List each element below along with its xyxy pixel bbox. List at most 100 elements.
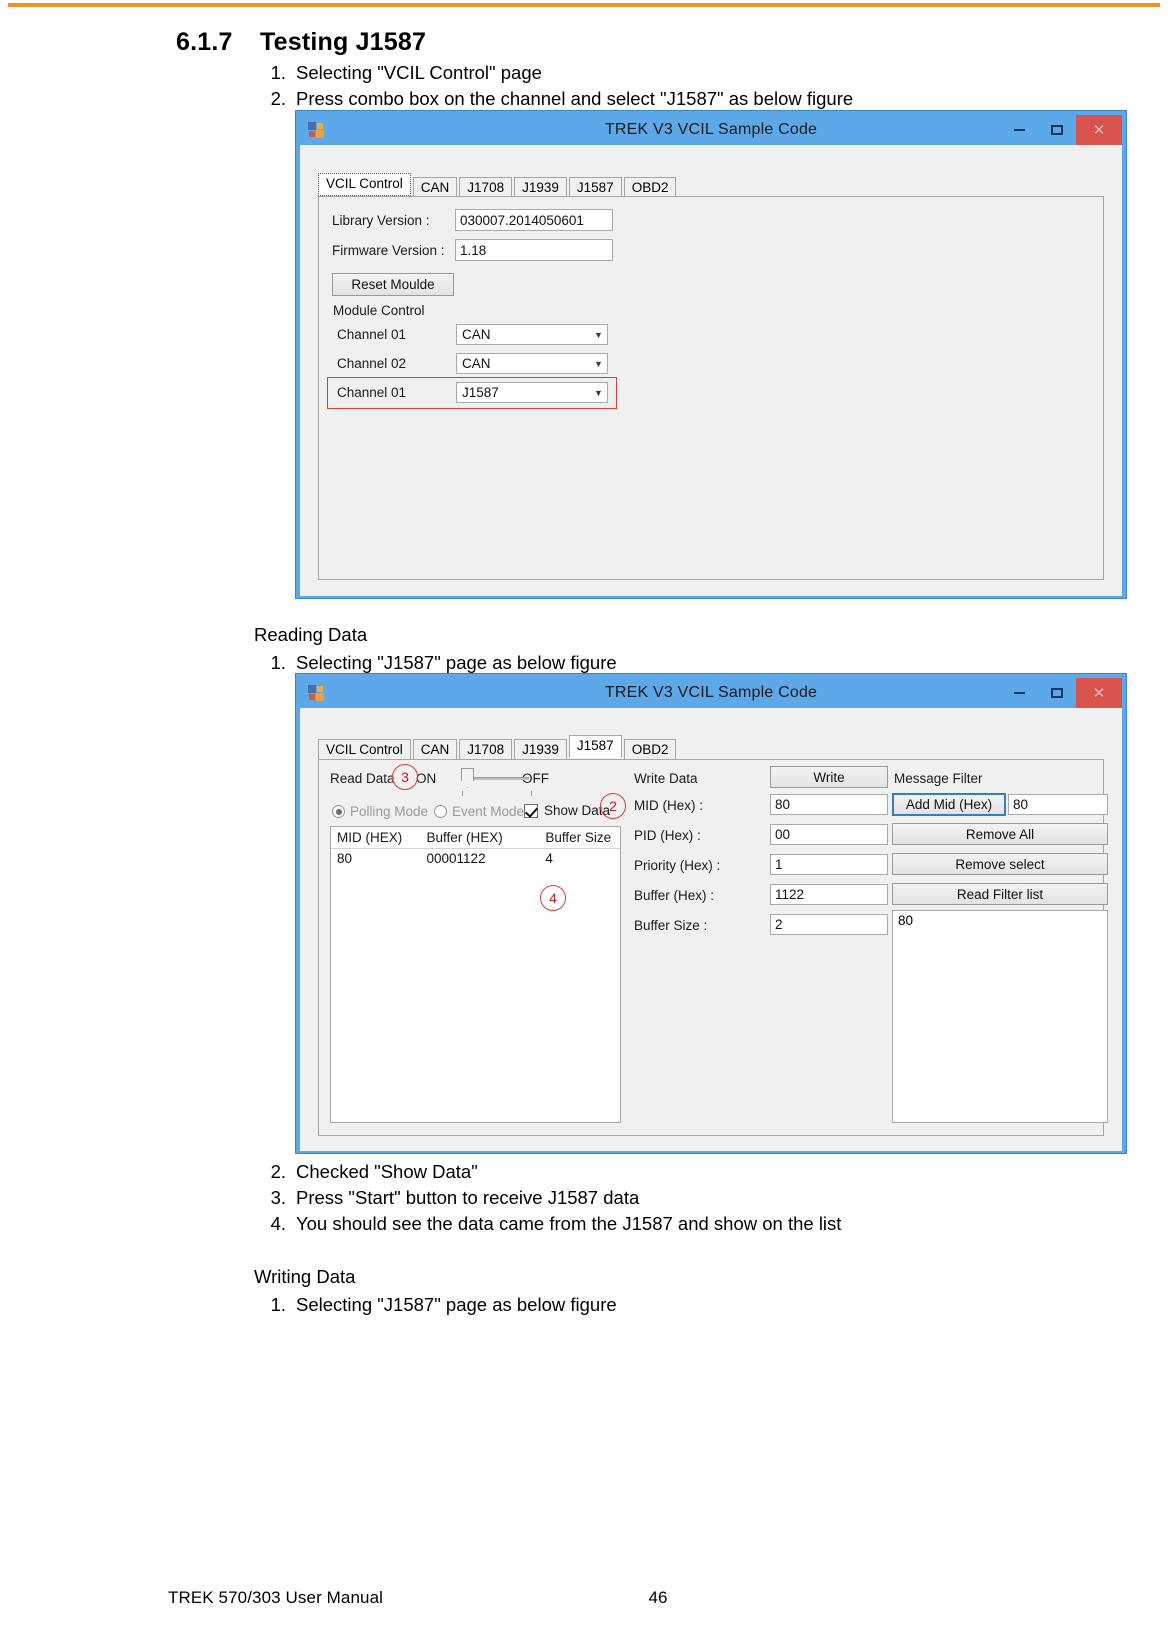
write-button[interactable]: Write xyxy=(770,766,888,788)
library-version-field[interactable]: 030007.2014050601 xyxy=(455,209,613,231)
channel-03-highlight xyxy=(327,377,617,409)
minimize-button[interactable] xyxy=(1000,115,1038,145)
list-item: 2. Press combo box on the channel and se… xyxy=(256,86,854,112)
priority-hex-field[interactable]: 1 xyxy=(770,854,888,875)
message-filter-group-label: Message Filter xyxy=(894,771,983,786)
callout-2: 2 xyxy=(600,793,626,819)
list-item: 3. Press "Start" button to receive J1587… xyxy=(256,1185,841,1211)
chevron-down-icon[interactable]: ▼ xyxy=(590,325,607,344)
list-marker: 1. xyxy=(270,652,286,673)
add-mid-field[interactable]: 80 xyxy=(1008,794,1108,815)
section-number: 6.1.7 xyxy=(176,28,233,56)
channel-02-combobox[interactable]: CAN ▼ xyxy=(456,353,608,374)
tab-can[interactable]: CAN xyxy=(412,739,458,760)
tab-j1939[interactable]: J1939 xyxy=(514,739,567,760)
vcil-control-window[interactable]: TREK V3 VCIL Sample Code ✕ VCIL Control … xyxy=(296,111,1126,598)
read-filter-list-button[interactable]: Read Filter list xyxy=(892,883,1108,905)
close-button[interactable]: ✕ xyxy=(1076,678,1122,708)
list-marker: 1. xyxy=(270,62,286,83)
footer-page-number: 46 xyxy=(648,1588,668,1607)
channel-01-combobox[interactable]: CAN ▼ xyxy=(456,324,608,345)
list-text: Selecting "VCIL Control" page xyxy=(296,62,542,83)
window-body: VCIL Control CAN J1708 J1939 J1587 OBD2 … xyxy=(300,708,1122,1151)
app-icon xyxy=(308,122,324,138)
checkbox-indicator xyxy=(524,803,538,818)
minimize-button[interactable] xyxy=(1000,678,1038,708)
tab-j1708[interactable]: J1708 xyxy=(459,177,513,198)
firmware-version-label: Firmware Version : xyxy=(332,243,445,258)
radio-indicator xyxy=(332,805,345,818)
list-text: Checked "Show Data" xyxy=(296,1161,478,1182)
list-item: 1. Selecting "J1587" page as below figur… xyxy=(256,650,617,676)
list-marker: 4. xyxy=(270,1213,286,1234)
list-item: 1. Selecting "J1587" page as below figur… xyxy=(256,1292,617,1318)
tab-obd2[interactable]: OBD2 xyxy=(623,739,677,760)
tab-vcil-control[interactable]: VCIL Control xyxy=(318,173,411,196)
list-item[interactable]: 80 xyxy=(893,911,1107,930)
tab-j1587[interactable]: J1587 xyxy=(568,177,622,198)
maximize-button[interactable] xyxy=(1038,115,1076,145)
close-button[interactable]: ✕ xyxy=(1076,115,1122,145)
window-titlebar[interactable]: TREK V3 VCIL Sample Code ✕ xyxy=(300,115,1122,145)
remove-select-button[interactable]: Remove select xyxy=(892,853,1108,875)
page-top-rule xyxy=(8,3,1160,7)
tab-j1939[interactable]: J1939 xyxy=(514,177,567,198)
list-marker: 2. xyxy=(270,88,286,109)
page-footer: TREK 570/303 User Manual 46 xyxy=(168,1588,1008,1608)
tab-j1708[interactable]: J1708 xyxy=(459,739,513,760)
app-icon xyxy=(308,685,324,701)
trackbar-thumb[interactable] xyxy=(461,768,474,788)
chevron-down-icon[interactable]: ▼ xyxy=(590,354,607,373)
tabstrip: VCIL Control CAN J1708 J1939 J1587 OBD2 xyxy=(318,173,678,198)
polling-mode-radio[interactable]: Polling Mode xyxy=(332,804,428,819)
firmware-version-field[interactable]: 1.18 xyxy=(455,239,613,261)
j1587-window[interactable]: TREK V3 VCIL Sample Code ✕ VCIL Control … xyxy=(296,674,1126,1153)
buffer-size-field[interactable]: 2 xyxy=(770,914,888,935)
buffer-size-label: Buffer Size : xyxy=(634,918,708,933)
list-marker: 2. xyxy=(270,1161,286,1182)
channel-01-value: CAN xyxy=(462,327,491,342)
tab-j1587[interactable]: J1587 xyxy=(568,735,622,758)
list-item: 1. Selecting "VCIL Control" page xyxy=(256,60,853,86)
add-mid-button[interactable]: Add Mid (Hex) xyxy=(892,793,1006,816)
table-row[interactable]: 80 00001122 4 xyxy=(331,849,620,869)
channel-02-value: CAN xyxy=(462,356,491,371)
tab-can[interactable]: CAN xyxy=(412,177,458,198)
library-version-label: Library Version : xyxy=(332,213,430,228)
trackbar-rail xyxy=(471,777,529,780)
event-mode-radio[interactable]: Event Mode xyxy=(434,804,524,819)
cell-buffer: 00001122 xyxy=(426,851,486,866)
window-titlebar[interactable]: TREK V3 VCIL Sample Code ✕ xyxy=(300,678,1122,708)
remove-all-button[interactable]: Remove All xyxy=(892,823,1108,845)
page-title: 6.1.7 Testing J1587 xyxy=(176,28,426,57)
list-text: You should see the data came from the J1… xyxy=(296,1213,842,1234)
read-data-trackbar[interactable] xyxy=(455,766,545,800)
pid-hex-field[interactable]: 00 xyxy=(770,824,888,845)
toggle-on-label: ON xyxy=(416,771,437,786)
buffer-hex-field[interactable]: 1122 xyxy=(770,884,888,905)
maximize-button[interactable] xyxy=(1038,678,1076,708)
reset-moulde-button[interactable]: Reset Moulde xyxy=(332,273,454,296)
mid-hex-field[interactable]: 80 xyxy=(770,794,888,815)
tab-vcil-control[interactable]: VCIL Control xyxy=(318,739,411,760)
channel-01-label: Channel 01 xyxy=(337,327,407,342)
trackbar-ticks xyxy=(462,791,532,797)
pid-hex-label: PID (Hex) : xyxy=(634,828,701,843)
event-mode-label: Event Mode xyxy=(452,804,525,819)
window-body: VCIL Control CAN J1708 J1939 J1587 OBD2 … xyxy=(300,145,1122,596)
show-data-checkbox[interactable]: Show Data xyxy=(524,803,610,818)
callout-4: 4 xyxy=(540,885,566,911)
cell-mid: 80 xyxy=(337,851,353,866)
list-text: Press combo box on the channel and selec… xyxy=(296,88,854,109)
grid-header-row: MID (HEX) Buffer (HEX) Buffer Size xyxy=(331,827,620,849)
writing-data-heading: Writing Data xyxy=(254,1266,356,1287)
read-data-grid[interactable]: MID (HEX) Buffer (HEX) Buffer Size 80 00… xyxy=(330,826,621,1123)
filter-listbox[interactable]: 80 xyxy=(892,910,1108,1123)
list-text: Press "Start" button to receive J1587 da… xyxy=(296,1187,640,1208)
window-controls: ✕ xyxy=(1000,115,1122,145)
radio-indicator xyxy=(434,805,447,818)
window-title: TREK V3 VCIL Sample Code xyxy=(604,121,818,138)
tab-obd2[interactable]: OBD2 xyxy=(623,177,677,198)
grid-header-mid: MID (HEX) xyxy=(337,830,403,845)
window-controls: ✕ xyxy=(1000,678,1122,708)
